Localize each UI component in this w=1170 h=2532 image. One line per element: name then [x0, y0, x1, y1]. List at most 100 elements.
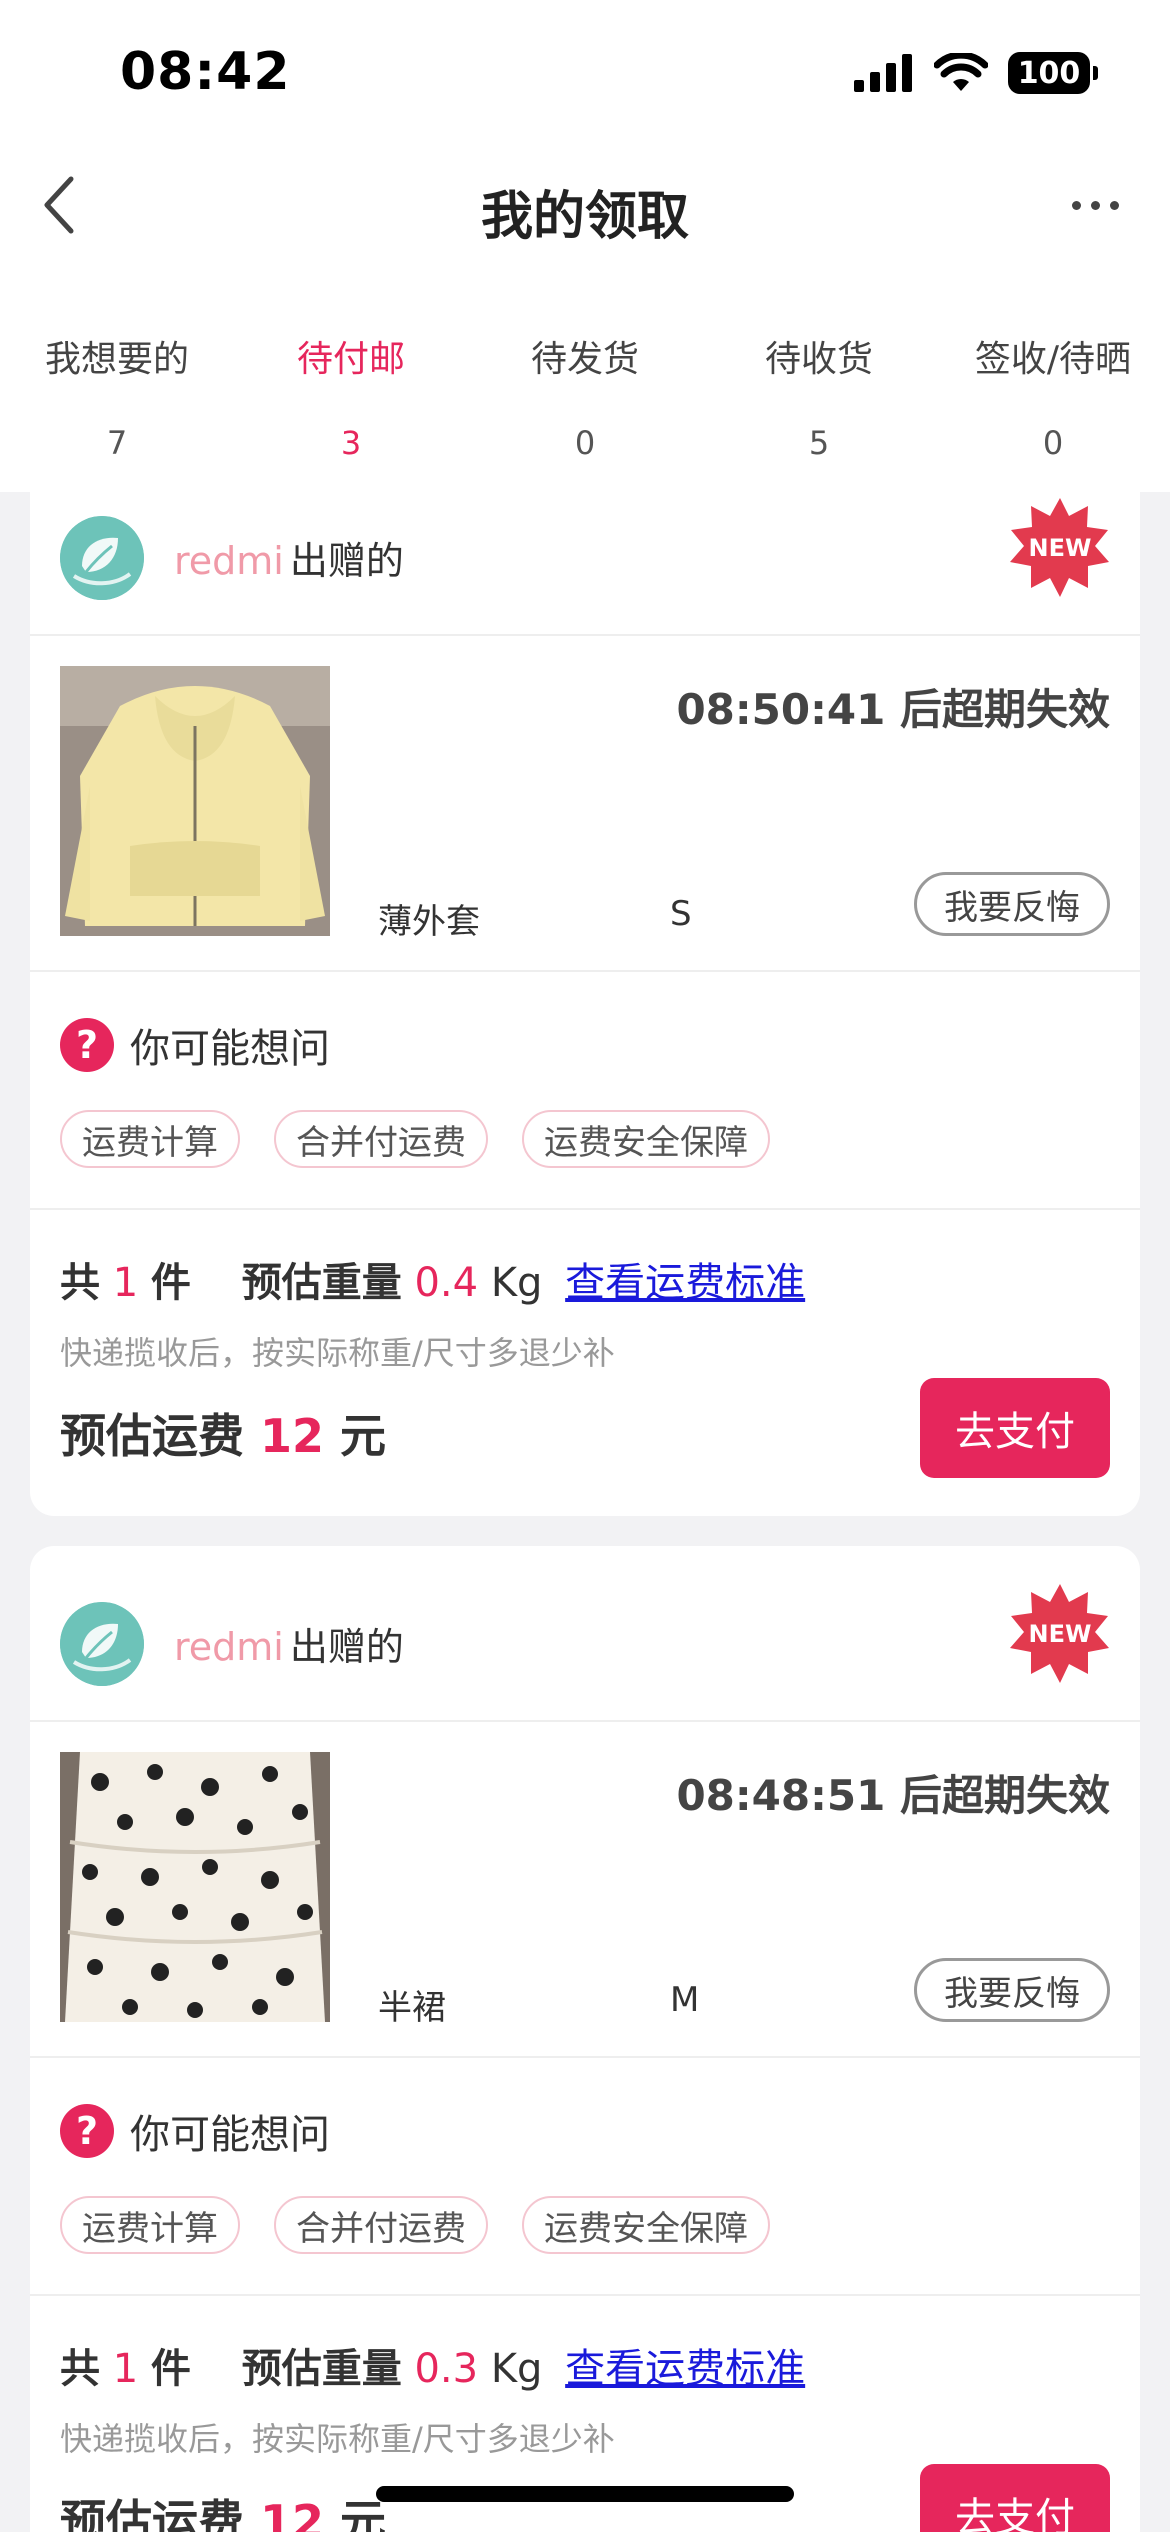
faq-header: ? 你可能想问 — [60, 2102, 330, 2160]
faq-tag-shipping-calc[interactable]: 运费计算 — [60, 2196, 240, 2254]
tab-label: 待发货 — [530, 339, 639, 380]
faq-tag-combined-shipping[interactable]: 合并付运费 — [274, 1110, 488, 1168]
fee-value: 12 — [260, 1409, 325, 1463]
item-row: 08:50:41 后超期失效 薄外套 S 我要反悔 — [30, 636, 1140, 972]
tab-count: 0 — [1042, 424, 1064, 462]
new-badge: NEW — [1008, 1582, 1112, 1686]
avatar[interactable] — [60, 516, 144, 600]
weight-label: 预估重量 — [241, 2346, 402, 2392]
more-icon-dot — [1109, 200, 1119, 210]
jacket-image — [60, 666, 330, 936]
fee-label: 预估运费 — [60, 1409, 244, 1463]
seller-label: redmi 出赠的 — [174, 1616, 404, 1671]
estimated-fee: 预估运费 12 元 — [60, 1400, 386, 1466]
page-title: 我的领取 — [480, 187, 689, 247]
count-unit: 件 — [150, 1260, 191, 1306]
item-size: S — [670, 894, 692, 934]
fee-unit: 元 — [340, 1409, 387, 1463]
quantity-weight-line: 共 1 件 预估重量 0.3 Kg 查看运费标准 — [60, 2336, 805, 2394]
payment-summary: 共 1 件 预估重量 0.4 Kg 查看运费标准 快递揽收后，按实际称重/尺寸多… — [30, 1210, 1140, 1516]
count-prefix: 共 — [60, 1260, 100, 1306]
faq-section: ? 你可能想问 运费计算 合并付运费 运费安全保障 — [30, 2058, 1140, 2296]
new-badge-label: NEW — [1028, 534, 1092, 562]
quantity-weight-line: 共 1 件 预估重量 0.4 Kg 查看运费标准 — [60, 1250, 805, 1308]
item-image-skirt[interactable] — [60, 1752, 330, 2022]
battery-indicator: 100 — [1008, 52, 1098, 94]
item-name: 薄外套 — [378, 902, 480, 942]
expiry-countdown: 08:48:51 后超期失效 — [676, 1771, 1110, 1820]
seller-name[interactable]: redmi — [174, 539, 284, 583]
question-icon: ? — [60, 1018, 114, 1072]
seller-suffix: 出赠的 — [289, 1625, 404, 1669]
shipping-note: 快递揽收后，按实际称重/尺寸多退少补 — [60, 1334, 615, 1372]
question-icon: ? — [60, 2104, 114, 2158]
nav-bar: 我的领取 — [0, 140, 1170, 270]
faq-header: ? 你可能想问 — [60, 1016, 330, 1074]
new-badge: NEW — [1008, 496, 1112, 600]
home-indicator[interactable] — [376, 2486, 794, 2502]
cellular-signal-icon — [854, 54, 912, 92]
faq-tag-shipping-guarantee[interactable]: 运费安全保障 — [522, 1110, 770, 1168]
tab-label: 待付邮 — [296, 339, 405, 380]
faq-title: 你可能想问 — [130, 2112, 330, 2158]
tab-label: 签收/待晒 — [974, 339, 1132, 380]
more-icon-dot — [1071, 200, 1081, 210]
faq-tags: 运费计算 合并付运费 运费安全保障 — [60, 2196, 770, 2254]
seller-row[interactable]: redmi 出赠的 NEW — [30, 1546, 1140, 1722]
estimated-fee: 预估运费 12 元 — [60, 2486, 386, 2532]
order-card: redmi 出赠的 NEW 08:50:41 后超期失效 薄外套 S 我要反悔 … — [30, 460, 1140, 1516]
new-badge-label: NEW — [1028, 1620, 1092, 1648]
count-unit: 件 — [150, 2346, 191, 2392]
faq-tag-combined-shipping[interactable]: 合并付运费 — [274, 2196, 488, 2254]
avatar[interactable] — [60, 1602, 144, 1686]
faq-tag-shipping-guarantee[interactable]: 运费安全保障 — [522, 2196, 770, 2254]
order-card: redmi 出赠的 NEW 08:48:51 后超期失效 半裙 M 我要反悔 ?… — [30, 1546, 1140, 2532]
weight-value: 0.3 — [414, 2346, 479, 2392]
weight-unit: Kg — [490, 1260, 543, 1306]
weight-unit: Kg — [490, 2346, 543, 2392]
pay-button[interactable]: 去支付 — [920, 1378, 1110, 1478]
tab-count: 7 — [106, 424, 128, 462]
pay-button[interactable]: 去支付 — [920, 2464, 1110, 2532]
regret-button[interactable]: 我要反悔 — [914, 872, 1110, 936]
tab-label: 待收货 — [764, 339, 873, 380]
tab-label: 我想要的 — [44, 339, 189, 380]
fee-value: 12 — [260, 2495, 325, 2532]
seller-suffix: 出赠的 — [289, 539, 404, 583]
status-time: 08:42 — [120, 42, 291, 102]
item-row: 08:48:51 后超期失效 半裙 M 我要反悔 — [30, 1722, 1140, 2058]
tab-count: 3 — [340, 424, 362, 462]
faq-section: ? 你可能想问 运费计算 合并付运费 运费安全保障 — [30, 972, 1140, 1210]
seller-name[interactable]: redmi — [174, 1625, 284, 1669]
item-name: 半裙 — [378, 1988, 446, 2028]
header-area: 08:42 100 我的领取 我想要的 7 待付邮 3 待发货 0 待收货 5 … — [0, 0, 1170, 492]
skirt-image — [60, 1752, 330, 2022]
item-image-jacket[interactable] — [60, 666, 330, 936]
expiry-countdown: 08:50:41 后超期失效 — [676, 685, 1110, 734]
weight-value: 0.4 — [414, 1260, 479, 1306]
wifi-icon — [934, 53, 988, 91]
more-icon-dot — [1090, 200, 1100, 210]
shipping-standard-link[interactable]: 查看运费标准 — [565, 1260, 805, 1306]
fee-label: 预估运费 — [60, 2495, 244, 2532]
count-prefix: 共 — [60, 2346, 100, 2392]
regret-button[interactable]: 我要反悔 — [914, 1958, 1110, 2022]
more-button[interactable] — [1060, 180, 1130, 230]
status-bar: 08:42 100 — [0, 0, 1170, 140]
leaf-logo-icon — [60, 1602, 144, 1686]
weight-label: 预估重量 — [241, 1260, 402, 1306]
seller-label: redmi 出赠的 — [174, 530, 404, 585]
item-count: 1 — [112, 1260, 139, 1306]
tab-count: 0 — [574, 424, 596, 462]
seller-row[interactable]: redmi 出赠的 NEW — [30, 460, 1140, 636]
faq-tags: 运费计算 合并付运费 运费安全保障 — [60, 1110, 770, 1168]
faq-title: 你可能想问 — [130, 1026, 330, 1072]
faq-tag-shipping-calc[interactable]: 运费计算 — [60, 1110, 240, 1168]
status-icons: 100 — [854, 52, 1098, 94]
tab-count: 5 — [808, 424, 830, 462]
shipping-standard-link[interactable]: 查看运费标准 — [565, 2346, 805, 2392]
leaf-logo-icon — [60, 516, 144, 600]
item-count: 1 — [112, 2346, 139, 2392]
shipping-note: 快递揽收后，按实际称重/尺寸多退少补 — [60, 2420, 615, 2458]
item-size: M — [670, 1980, 700, 2020]
